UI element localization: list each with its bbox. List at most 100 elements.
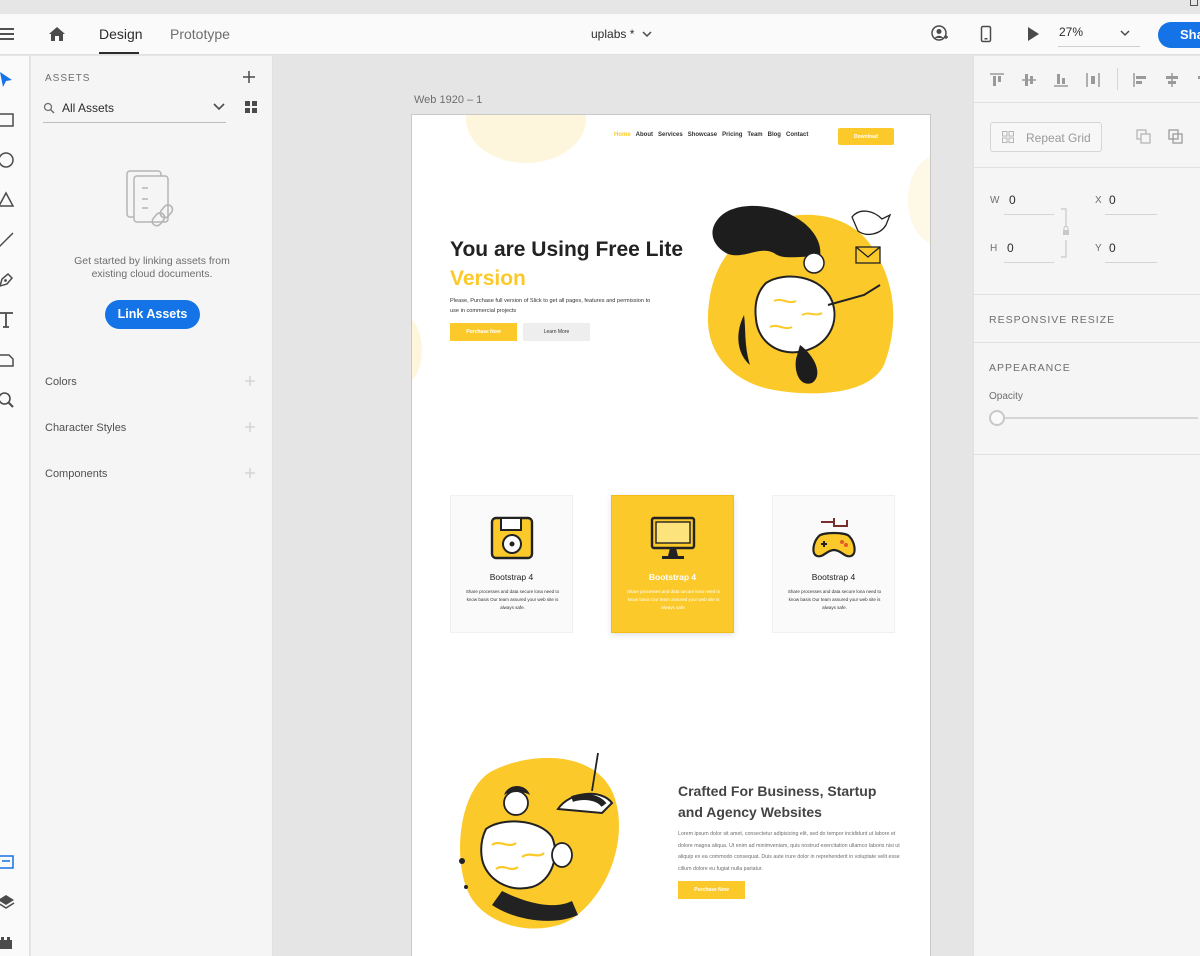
assets-panel-icon[interactable] [0, 852, 16, 872]
mock-nav: Home About Services Showcase Pricing Tea… [614, 132, 808, 142]
artboard[interactable]: Home About Services Showcase Pricing Tea… [411, 114, 931, 956]
share-button[interactable]: Share [1158, 22, 1200, 48]
width-field[interactable]: 0 [1009, 193, 1016, 207]
align-divider [1117, 68, 1118, 90]
text-tool-icon[interactable] [0, 310, 16, 330]
x-label: X [1095, 195, 1102, 206]
align-bottom-icon[interactable] [1053, 72, 1069, 88]
height-field[interactable]: 0 [1007, 241, 1014, 255]
assets-section-colors[interactable]: Colors [45, 376, 77, 388]
design-canvas[interactable]: Web 1920 – 1 Home About Services Showcas… [274, 56, 972, 956]
y-underline [1105, 262, 1157, 263]
tab-design[interactable]: Design [99, 26, 143, 42]
group-icon[interactable] [1168, 129, 1183, 144]
hero-title-line2: Version [450, 267, 526, 290]
divider [974, 167, 1200, 168]
artboard-tool-icon[interactable] [0, 350, 16, 370]
width-underline [1004, 214, 1054, 215]
feature-card-3: Bootstrap 4 Share processes and data sec… [772, 495, 895, 633]
align-center-icon[interactable] [1164, 72, 1180, 88]
align-top-icon[interactable] [989, 72, 1005, 88]
pen-tool-icon[interactable] [0, 270, 16, 290]
mock-nav-about: About [635, 132, 653, 138]
zoom-chevron-down-icon[interactable] [1118, 27, 1132, 39]
about-illustration [459, 752, 619, 929]
about-title: Crafted For Business, Startup and Agency… [678, 783, 877, 820]
device-preview-icon[interactable] [977, 25, 995, 43]
grid-view-icon[interactable] [245, 101, 257, 113]
distribute-horizontal-icon[interactable] [1085, 72, 1101, 88]
add-component-icon[interactable] [244, 467, 256, 479]
chevron-down-icon [213, 103, 225, 111]
width-label: W [990, 195, 1000, 206]
gamepad-icon [812, 518, 856, 558]
align-toolbar [974, 56, 1200, 103]
mock-nav-contact: Contact [785, 132, 809, 138]
align-middle-icon[interactable] [1021, 72, 1037, 88]
rectangle-tool-icon[interactable] [0, 110, 16, 130]
mock-download-button: Download [838, 128, 894, 145]
mock-nav-blog: Blog [767, 132, 781, 138]
add-asset-icon[interactable] [242, 70, 256, 84]
repeat-grid-button[interactable]: Repeat Grid [990, 122, 1102, 152]
feature-text: Share processes and data secure lona nee… [626, 589, 721, 610]
mock-nav-home: Home [614, 132, 631, 138]
search-icon [43, 102, 55, 114]
home-icon[interactable] [48, 25, 66, 43]
feature-title: Bootstrap 4 [648, 572, 697, 582]
x-field[interactable]: 0 [1109, 193, 1116, 207]
y-field[interactable]: 0 [1109, 241, 1116, 255]
document-title[interactable]: uplabs * [591, 27, 634, 41]
play-preview-icon[interactable] [1024, 25, 1042, 43]
ellipse-tool-icon[interactable] [0, 150, 16, 170]
artboard-label[interactable]: Web 1920 – 1 [414, 94, 482, 106]
chevron-down-icon[interactable] [640, 28, 654, 40]
mock-nav-team: Team [747, 132, 763, 138]
window-restore-icon[interactable] [1190, 0, 1198, 6]
align-left-icon[interactable] [1132, 72, 1148, 88]
mock-nav-services: Services [658, 132, 683, 138]
line-tool-icon[interactable] [0, 230, 16, 250]
assets-filter-value: All Assets [62, 101, 115, 115]
polygon-tool-icon[interactable] [0, 190, 16, 210]
floppy-disk-icon [490, 516, 534, 560]
assets-section-components[interactable]: Components [45, 468, 107, 480]
monitor-icon [650, 516, 696, 559]
hero-text: Please, Purchase full version of Slick t… [450, 298, 651, 314]
repeat-grid-icon [1002, 131, 1014, 143]
opacity-slider-track[interactable] [1002, 417, 1198, 419]
layers-panel-icon[interactable] [0, 892, 16, 912]
link-assets-button[interactable]: Link Assets [105, 300, 200, 329]
component-icon[interactable] [1136, 129, 1151, 144]
opacity-slider-knob[interactable] [989, 410, 1005, 426]
align-right-icon[interactable] [1196, 72, 1200, 88]
select-tool-icon[interactable] [0, 70, 16, 90]
hero-purchase-button: Purchase Now [450, 323, 517, 341]
assets-empty-message: Get started by linking assets from exist… [74, 255, 230, 280]
appearance-title: APPEARANCE [989, 362, 1071, 374]
feature-card-1: Bootstrap 4 Share processes and data sec… [450, 495, 573, 633]
about-purchase-button: Purchase Now [678, 881, 745, 899]
divider [974, 294, 1200, 295]
hero-title-line1: You are Using Free Lite [450, 238, 683, 261]
responsive-resize-title[interactable]: RESPONSIVE RESIZE [989, 314, 1115, 326]
tab-prototype[interactable]: Prototype [170, 26, 230, 42]
assets-section-character-styles[interactable]: Character Styles [45, 422, 126, 434]
zoom-underline [1058, 46, 1140, 47]
zoom-level[interactable]: 27% [1059, 25, 1083, 39]
zoom-tool-icon[interactable] [0, 390, 16, 410]
invite-user-icon[interactable] [931, 25, 949, 43]
hamburger-menu-icon[interactable] [0, 28, 14, 40]
plugins-panel-icon[interactable] [0, 932, 16, 952]
opacity-label: Opacity [989, 391, 1023, 402]
main-toolbar: Design Prototype uplabs * 27% Share [0, 14, 1200, 55]
assets-panel: ASSETS All Assets Get started by linking… [31, 56, 273, 956]
assets-filter-dropdown[interactable]: All Assets [43, 98, 226, 123]
linked-documents-icon [126, 170, 174, 227]
lock-aspect-icon[interactable] [1060, 208, 1070, 258]
tool-rail [0, 56, 30, 956]
decor-blob [908, 155, 930, 245]
add-character-style-icon[interactable] [244, 421, 256, 433]
mock-nav-showcase: Showcase [687, 132, 718, 138]
add-color-icon[interactable] [244, 375, 256, 387]
